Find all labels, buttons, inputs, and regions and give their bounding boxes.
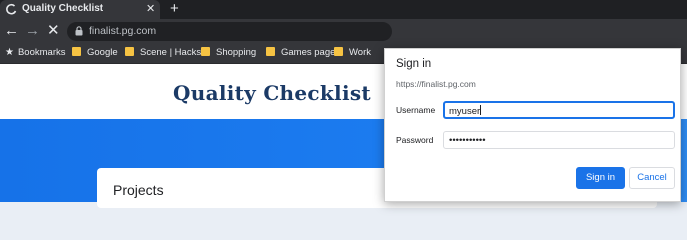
new-tab-button[interactable]: + (170, 0, 179, 18)
folder-icon (72, 47, 81, 56)
bookmark-label: Games page (281, 47, 336, 58)
username-label: Username (396, 105, 436, 115)
browser-tab[interactable]: Quality Checklist ✕ (0, 0, 160, 19)
sign-in-button[interactable]: Sign in (576, 167, 625, 189)
bookmark-shopping[interactable]: Shopping (201, 46, 256, 60)
username-field[interactable]: myuser (443, 101, 675, 119)
bookmarks-menu[interactable]: ★ Bookmarks (5, 46, 65, 60)
folder-icon (201, 47, 210, 56)
bookmark-label: Work (349, 47, 371, 58)
bookmark-work[interactable]: Work (334, 46, 371, 60)
bookmark-label: Scene | Hacks (140, 47, 202, 58)
projects-heading: Projects (113, 182, 164, 198)
password-label: Password (396, 135, 434, 145)
tab-title: Quality Checklist (22, 3, 104, 14)
password-value: ••••••••••• (449, 135, 486, 146)
password-field[interactable]: ••••••••••• (443, 131, 675, 149)
cancel-button[interactable]: Cancel (629, 167, 675, 189)
bookmark-label: Google (87, 47, 118, 58)
folder-icon (266, 47, 275, 56)
star-icon: ★ (5, 47, 14, 58)
bookmark-label: Shopping (216, 47, 257, 58)
tab-strip: Quality Checklist ✕ + (0, 0, 687, 19)
bookmark-google[interactable]: Google (72, 46, 118, 60)
browser-toolbar: ← → ✕ finalist.pg.com (0, 19, 687, 43)
text-caret (480, 105, 482, 115)
bookmark-games-page[interactable]: Games page (266, 46, 335, 60)
bookmark-label: Bookmarks (17, 47, 66, 58)
back-button[interactable]: ← (4, 22, 19, 39)
tab-close-icon[interactable]: ✕ (146, 2, 155, 15)
dialog-url: https://finalist.pg.com (396, 79, 476, 89)
stop-loading-button[interactable]: ✕ (47, 22, 60, 39)
sign-in-dialog: Sign in https://finalist.pg.com Username… (384, 48, 681, 202)
folder-icon (125, 47, 134, 56)
forward-button[interactable]: → (25, 22, 40, 39)
page-title: Quality Checklist (173, 81, 371, 105)
lock-icon (75, 26, 83, 36)
url-text: finalist.pg.com (89, 25, 157, 37)
username-value: myuser (449, 106, 481, 117)
folder-icon (334, 47, 343, 56)
address-bar[interactable]: finalist.pg.com (67, 22, 392, 41)
checklist-favicon-icon (6, 3, 17, 15)
bookmark-scene-hacks[interactable]: Scene | Hacks (125, 46, 201, 60)
dialog-title: Sign in (396, 58, 432, 70)
